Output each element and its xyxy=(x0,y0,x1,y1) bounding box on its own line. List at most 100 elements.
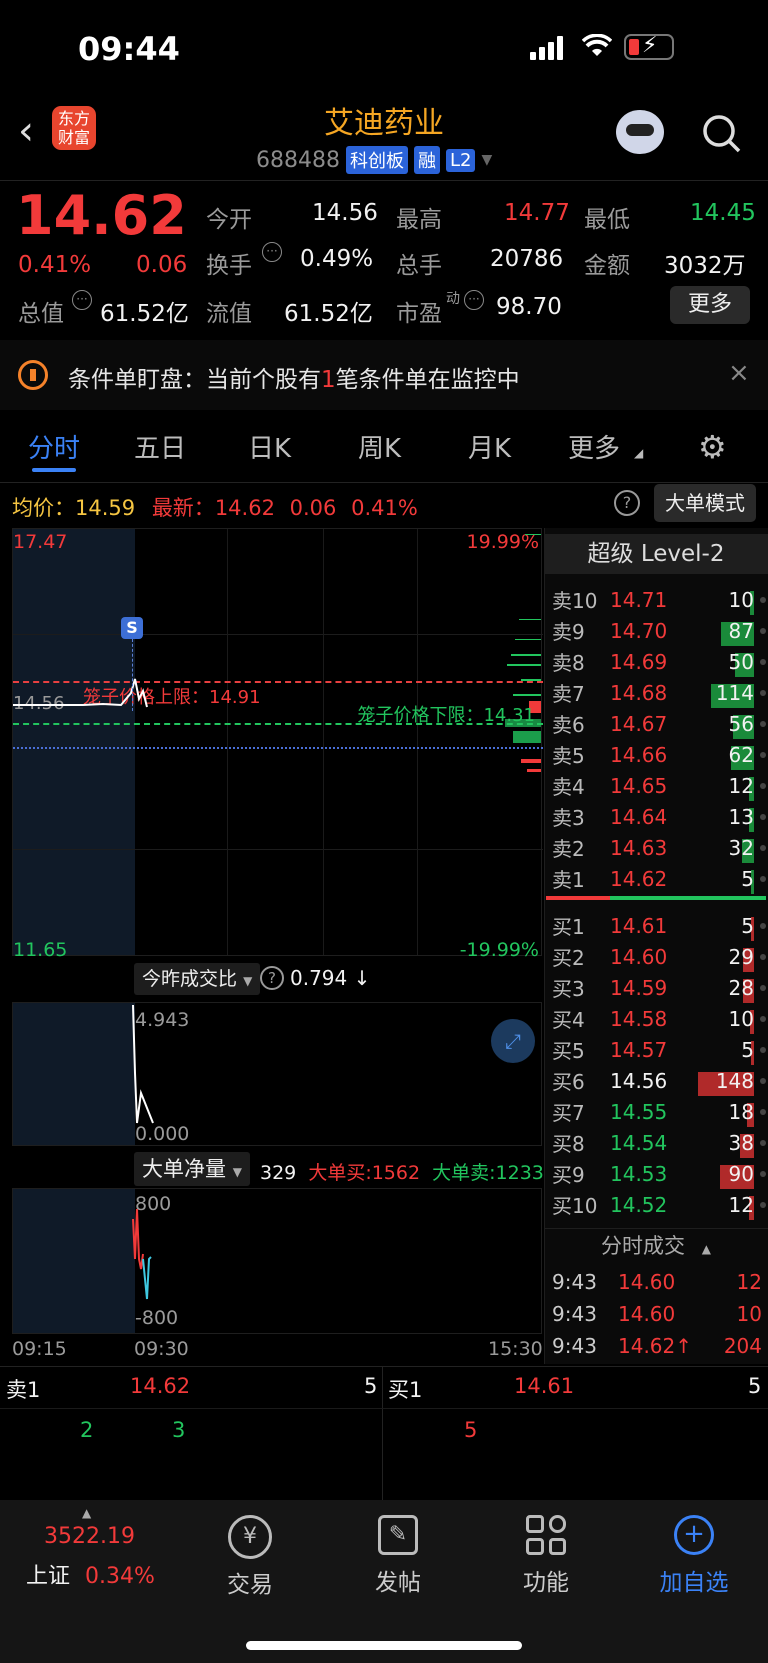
bid-volume: 148 xyxy=(715,1068,754,1093)
ask-price: 14.69 xyxy=(610,649,668,674)
search-icon[interactable] xyxy=(702,114,742,158)
high-label: 最高 xyxy=(396,207,442,233)
expand-icon[interactable]: ⤢ xyxy=(491,1019,535,1063)
more-button[interactable]: 更多 xyxy=(670,286,750,324)
bid-price: 14.61 xyxy=(610,913,668,938)
orderbook-title[interactable]: 超级 Level-2 xyxy=(544,534,768,574)
trade-time: 9:43 xyxy=(552,1302,597,1326)
index-value[interactable]: 3522.19 xyxy=(44,1524,135,1549)
tab-weekly-k[interactable]: 周K xyxy=(358,428,401,465)
ask-row[interactable]: 卖4 14.65 12 xyxy=(552,770,768,801)
change-value: 0.06 xyxy=(136,252,188,278)
trade-price: 14.60 xyxy=(618,1302,676,1326)
trade-price: 14.60 xyxy=(618,1270,676,1294)
bid-price: 14.52 xyxy=(610,1192,668,1217)
bid-row[interactable]: 买5 14.57 5 xyxy=(552,1034,768,1065)
ask-price: 14.70 xyxy=(610,618,668,643)
tab-more[interactable]: 更多 xyxy=(568,428,620,465)
trade-row: 9:43 14.62↑ 204 xyxy=(552,1334,762,1358)
ratio-selector[interactable]: 今昨成交比 ▼ xyxy=(134,963,261,995)
nav-add-watchlist[interactable]: + 加自选 xyxy=(624,1515,764,1597)
nav-trade[interactable]: ¥ 交易 xyxy=(180,1515,320,1599)
ratio-label: 今昨成交比 xyxy=(142,968,238,990)
ask-price: 14.63 xyxy=(610,835,668,860)
intraday-chart[interactable]: 17.47 19.99% 11.65 -19.99% 14.56 笼子价格上限：… xyxy=(12,528,543,961)
tab-intraday[interactable]: 分时 xyxy=(28,428,80,465)
ask-price: 14.68 xyxy=(610,680,668,705)
ask-level-label: 卖8 xyxy=(552,651,585,675)
big-order-mode-button[interactable]: 大单模式 xyxy=(654,484,756,522)
help-icon[interactable]: ? xyxy=(614,490,640,516)
big-net-value: 329 xyxy=(260,1162,297,1184)
ask-volume: 5 xyxy=(741,866,754,891)
bid-level-label: 买6 xyxy=(552,1070,585,1094)
bid-row[interactable]: 买4 14.58 10 xyxy=(552,1003,768,1034)
ask-row[interactable]: 卖9 14.70 87 xyxy=(552,615,768,646)
bid-row[interactable]: 买7 14.55 18 xyxy=(552,1096,768,1127)
notice-count: 1 xyxy=(321,367,336,393)
nav-features[interactable]: 功能 xyxy=(476,1515,616,1597)
trade-price: 14.62↑ xyxy=(618,1334,693,1358)
robot-assistant-icon[interactable] xyxy=(616,110,664,154)
chevron-down-icon[interactable]: ▼ xyxy=(481,152,492,168)
open-value: 14.56 xyxy=(312,200,378,226)
ask-row[interactable]: 卖10 14.71 10 xyxy=(552,584,768,615)
notice-suffix: 笔条件单在监控中 xyxy=(335,367,520,393)
bid-price: 14.56 xyxy=(610,1068,668,1093)
latest-value: 14.62 xyxy=(214,496,275,520)
ask-row[interactable]: 卖3 14.64 13 xyxy=(552,801,768,832)
ask-volume: 10 xyxy=(728,587,754,612)
dot-icon xyxy=(760,782,766,789)
bid-row[interactable]: 买6 14.56 148 xyxy=(552,1065,768,1096)
ask-volume: 62 xyxy=(728,742,754,767)
gear-icon[interactable]: ⚙ xyxy=(698,428,727,466)
big-net-selector[interactable]: 大单净量 ▼ xyxy=(134,1152,250,1186)
trades-title: 分时成交 xyxy=(601,1234,686,1258)
notice-text: 条件单盯盘：当前个股有1笔条件单在监控中 xyxy=(68,360,520,394)
mktcap-label: 总值 xyxy=(18,301,64,327)
bid-row[interactable]: 买2 14.60 29 xyxy=(552,941,768,972)
bid-level-label: 买2 xyxy=(552,946,585,970)
trades-header[interactable]: 分时成交 ▲ xyxy=(544,1228,768,1262)
nav-post[interactable]: ✎ 发帖 xyxy=(328,1515,468,1597)
bid-row[interactable]: 买10 14.52 12 xyxy=(552,1189,768,1220)
ask-row[interactable]: 卖1 14.62 5 xyxy=(552,863,768,894)
ask-price: 14.65 xyxy=(610,773,668,798)
ask-row[interactable]: 卖8 14.69 50 xyxy=(552,646,768,677)
help-icon[interactable]: ? xyxy=(260,966,284,990)
tab-5day[interactable]: 五日 xyxy=(134,428,186,465)
info-bar: 均价：14.59 最新：14.62 0.06 0.41% xyxy=(12,492,418,522)
ask-row[interactable]: 卖5 14.66 62 xyxy=(552,739,768,770)
bid-row[interactable]: 买3 14.59 28 xyxy=(552,972,768,1003)
info-icon[interactable]: ··· xyxy=(464,290,484,310)
nav-trade-label: 交易 xyxy=(227,1572,273,1598)
ask-row[interactable]: 卖7 14.68 114 xyxy=(552,677,768,708)
ask-row[interactable]: 卖6 14.67 56 xyxy=(552,708,768,739)
s-marker[interactable]: S xyxy=(121,617,143,639)
bid-row[interactable]: 买8 14.54 38 xyxy=(552,1127,768,1158)
info-icon[interactable]: ··· xyxy=(262,242,282,262)
close-icon[interactable]: × xyxy=(728,358,750,388)
queue-buy-vol: 5 xyxy=(748,1374,762,1398)
ask-price: 14.67 xyxy=(610,711,668,736)
tab-daily-k[interactable]: 日K xyxy=(248,428,291,465)
ask-price: 14.66 xyxy=(610,742,668,767)
edit-icon: ✎ xyxy=(378,1515,418,1555)
ask-row[interactable]: 卖2 14.63 32 xyxy=(552,832,768,863)
bid-price: 14.53 xyxy=(610,1161,668,1186)
condition-notice[interactable]: 条件单盯盘：当前个股有1笔条件单在监控中 × xyxy=(0,340,768,410)
tab-monthly-k[interactable]: 月K xyxy=(468,428,511,465)
trade-row: 9:43 14.60 12 xyxy=(552,1270,762,1294)
wifi-icon xyxy=(581,33,613,62)
bid-row[interactable]: 买1 14.61 5 xyxy=(552,910,768,941)
tag-margin: 融 xyxy=(413,146,440,174)
index-row[interactable]: 上证 0.34% xyxy=(26,1558,155,1590)
info-icon[interactable]: ··· xyxy=(72,290,92,310)
bid-level-label: 买1 xyxy=(552,915,585,939)
yen-icon: ¥ xyxy=(228,1515,272,1559)
bid-level-label: 买8 xyxy=(552,1132,585,1156)
dot-icon xyxy=(760,953,766,960)
bid-row[interactable]: 买9 14.53 90 xyxy=(552,1158,768,1189)
amount-label: 金额 xyxy=(584,253,630,279)
ask-bid-divider xyxy=(546,896,766,900)
